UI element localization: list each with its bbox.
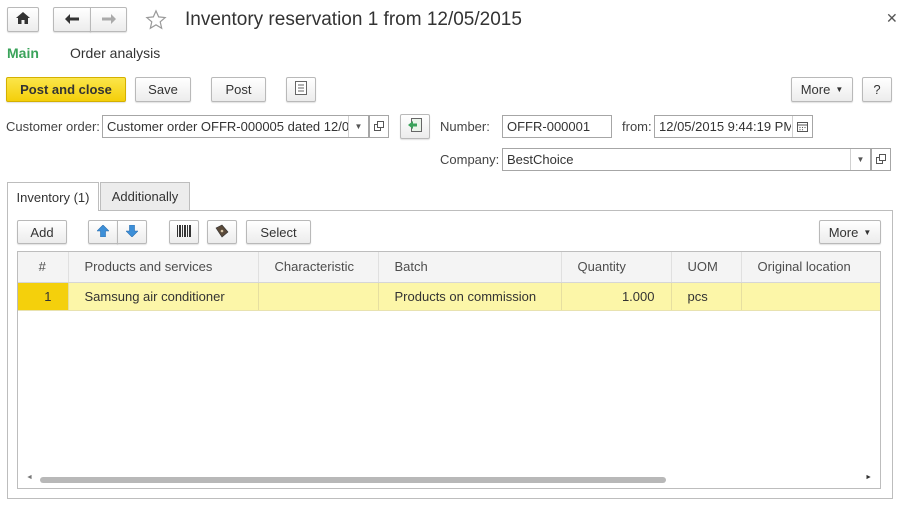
post-button[interactable]: Post xyxy=(211,77,266,102)
cell-number[interactable]: 1 xyxy=(18,282,69,311)
more-label: More xyxy=(828,224,859,240)
customer-order-field[interactable]: Customer order OFFR-000005 dated 12/0 ▼ xyxy=(102,115,369,138)
post-and-close-button[interactable]: Post and close xyxy=(6,77,126,102)
column-header-batch[interactable]: Batch xyxy=(378,252,562,283)
tab-inventory[interactable]: Inventory (1) xyxy=(7,182,99,211)
dropdown-chevron-icon[interactable]: ▼ xyxy=(348,116,368,137)
calendar-icon[interactable] xyxy=(792,116,812,137)
arrow-up-icon xyxy=(96,224,110,240)
move-down-button[interactable] xyxy=(117,220,147,244)
open-customer-order-button[interactable] xyxy=(369,115,389,138)
number-label: Number: xyxy=(440,119,490,134)
column-header-products[interactable]: Products and services xyxy=(68,252,259,283)
from-label: from: xyxy=(622,119,652,134)
company-value: BestChoice xyxy=(507,152,574,167)
arrow-right-icon xyxy=(101,12,116,27)
cell-uom[interactable]: pcs xyxy=(671,282,742,311)
column-header-characteristic[interactable]: Characteristic xyxy=(258,252,379,283)
open-icon xyxy=(876,152,886,167)
table-row[interactable]: 1 Samsung air conditioner Products on co… xyxy=(18,282,880,311)
column-header-number[interactable]: # xyxy=(18,252,69,283)
home-icon xyxy=(16,12,30,27)
add-button[interactable]: Add xyxy=(17,220,67,244)
scrollbar-thumb[interactable] xyxy=(40,477,666,483)
more-button[interactable]: More ▼ xyxy=(791,77,853,102)
move-up-button[interactable] xyxy=(88,220,118,244)
save-button[interactable]: Save xyxy=(135,77,191,102)
select-button[interactable]: Select xyxy=(246,220,311,244)
column-header-original-location[interactable]: Original location xyxy=(741,252,880,283)
cell-quantity[interactable]: 1.000 xyxy=(561,282,672,311)
document-icon xyxy=(295,81,307,98)
scanner-icon xyxy=(214,224,230,241)
date-value: 12/05/2015 9:44:19 PM xyxy=(659,119,791,134)
table-header-row: # Products and services Characteristic B… xyxy=(18,252,880,283)
cell-characteristic[interactable] xyxy=(258,282,379,311)
open-icon xyxy=(374,119,384,134)
column-header-quantity[interactable]: Quantity xyxy=(561,252,672,283)
back-button[interactable] xyxy=(53,7,91,32)
help-button[interactable]: ? xyxy=(862,77,892,102)
fill-icon xyxy=(408,118,422,135)
arrow-down-icon xyxy=(125,224,139,240)
chevron-down-icon: ▼ xyxy=(835,85,844,94)
cell-original-location[interactable] xyxy=(741,282,880,311)
favorite-star-icon[interactable] xyxy=(145,9,167,34)
column-header-uom[interactable]: UOM xyxy=(671,252,742,283)
forward-button[interactable] xyxy=(90,7,127,32)
fill-by-order-button[interactable] xyxy=(400,114,430,139)
barcode-icon xyxy=(176,224,192,241)
scroll-left-icon[interactable]: ◄ xyxy=(26,474,33,481)
cell-product[interactable]: Samsung air conditioner xyxy=(68,282,259,311)
nav-tab-order-analysis[interactable]: Order analysis xyxy=(70,45,160,61)
window-title: Inventory reservation 1 from 12/05/2015 xyxy=(185,9,522,30)
scroll-right-icon[interactable]: ► xyxy=(865,474,872,481)
number-value: OFFR-000001 xyxy=(507,119,591,134)
chevron-down-icon: ▼ xyxy=(863,227,872,237)
open-company-button[interactable] xyxy=(871,148,891,171)
inventory-table: # Products and services Characteristic B… xyxy=(17,251,881,489)
data-collection-button[interactable] xyxy=(207,220,237,244)
close-icon[interactable]: ✕ xyxy=(886,10,898,27)
horizontal-scrollbar[interactable]: ◄ ► xyxy=(26,474,872,484)
nav-tab-main[interactable]: Main xyxy=(7,45,39,61)
more-label: More xyxy=(800,82,831,97)
number-field[interactable]: OFFR-000001 xyxy=(502,115,612,138)
customer-order-label: Customer order: xyxy=(6,119,100,134)
home-button[interactable] xyxy=(7,7,39,32)
company-field[interactable]: BestChoice ▼ xyxy=(502,148,871,171)
dropdown-chevron-icon[interactable]: ▼ xyxy=(850,149,870,170)
tab-additionally[interactable]: Additionally xyxy=(100,182,190,210)
date-field[interactable]: 12/05/2015 9:44:19 PM xyxy=(654,115,813,138)
report-button[interactable] xyxy=(286,77,316,102)
barcode-button[interactable] xyxy=(169,220,199,244)
customer-order-value: Customer order OFFR-000005 dated 12/0 xyxy=(107,119,350,134)
arrow-left-icon xyxy=(65,12,79,27)
table-more-button[interactable]: More ▼ xyxy=(819,220,881,244)
cell-batch[interactable]: Products on commission xyxy=(378,282,562,311)
company-label: Company: xyxy=(440,152,500,167)
